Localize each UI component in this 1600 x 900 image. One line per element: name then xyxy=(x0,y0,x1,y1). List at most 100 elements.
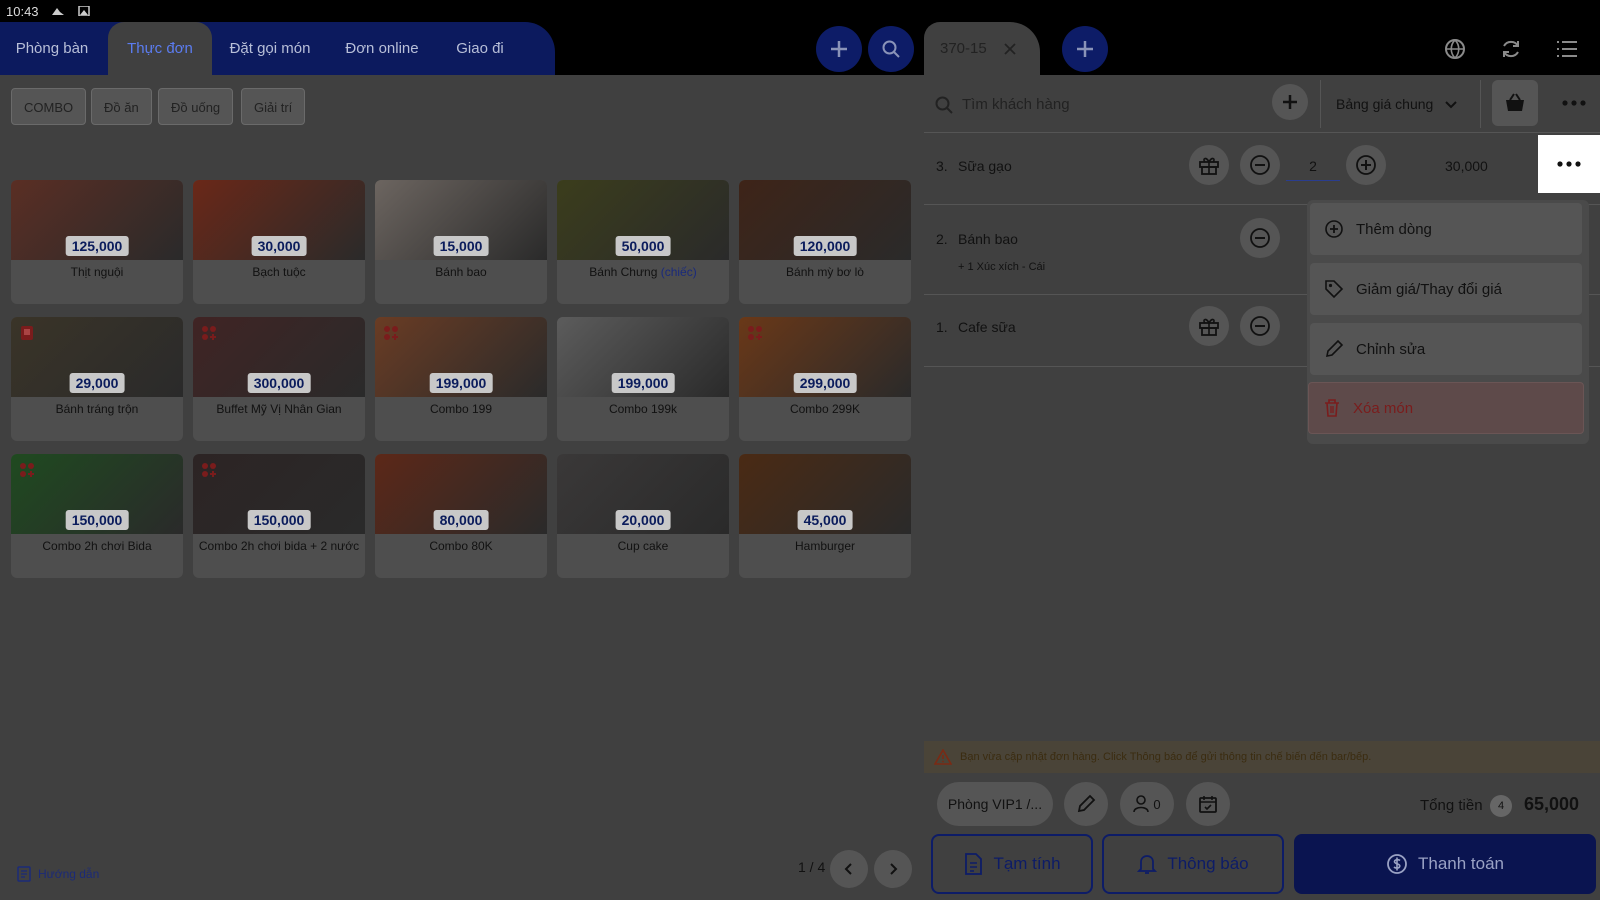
combo-icon xyxy=(384,326,398,340)
order-tab[interactable]: 370-15 xyxy=(924,22,1040,75)
product-card[interactable]: 120,000 Bánh mỳ bơ lò xyxy=(739,180,911,304)
basket-icon xyxy=(1506,93,1524,111)
product-price: 80,000 xyxy=(433,510,489,530)
filter-entertainment[interactable]: Giải trí xyxy=(241,88,306,125)
total-count-badge: 4 xyxy=(1490,795,1512,817)
globe-icon[interactable] xyxy=(1444,38,1466,60)
search-icon xyxy=(882,40,900,58)
menu-edit-label: Chỉnh sửa xyxy=(1356,340,1426,358)
basket-button[interactable] xyxy=(1492,80,1538,126)
list-icon[interactable] xyxy=(1556,39,1578,59)
product-card[interactable]: 15,000 Bánh bao xyxy=(375,180,547,304)
close-icon[interactable] xyxy=(1004,43,1016,55)
filter-food[interactable]: Đồ ăn xyxy=(91,88,152,125)
temp-bill-button[interactable]: Tạm tính xyxy=(931,834,1093,894)
product-price: 299,000 xyxy=(793,373,857,393)
tab-delivery[interactable]: Giao đi xyxy=(440,22,520,75)
product-price: 29,000 xyxy=(69,373,125,393)
tab-online-orders[interactable]: Đơn online xyxy=(330,22,434,75)
product-card[interactable]: 45,000 Hamburger xyxy=(739,454,911,578)
decrease-quantity-button[interactable] xyxy=(1240,306,1280,346)
gift-button[interactable] xyxy=(1189,145,1229,185)
notify-button[interactable]: Thông báo xyxy=(1102,834,1284,894)
product-price: 45,000 xyxy=(797,510,853,530)
tab-order-dishes[interactable]: Đặt gọi món xyxy=(214,22,326,75)
combo-icon xyxy=(202,463,216,477)
product-price: 199,000 xyxy=(611,373,675,393)
product-card[interactable]: 125,000 Thịt nguội xyxy=(11,180,183,304)
product-card[interactable]: 50,000 Bánh Chưng (chiếc) xyxy=(557,180,729,304)
product-name: Bánh tráng trộn xyxy=(55,402,139,416)
refresh-icon[interactable] xyxy=(1500,38,1522,60)
product-card[interactable]: 300,000 Buffet Mỹ Vị Nhân Gian xyxy=(193,317,365,441)
chevron-left-icon xyxy=(844,863,852,875)
product-card[interactable]: 150,000 Combo 2h chơi Bida xyxy=(11,454,183,578)
combo-icon xyxy=(748,326,762,340)
product-price: 150,000 xyxy=(65,510,129,530)
product-card[interactable]: 199,000 Combo 199 xyxy=(375,317,547,441)
guide-link[interactable]: Hướng dẫn xyxy=(16,866,99,882)
menu-delete[interactable]: Xóa món xyxy=(1308,382,1584,434)
warning-text: Bạn vừa cập nhật đơn hàng. Click Thông b… xyxy=(960,751,1372,763)
edit-note-button[interactable] xyxy=(1064,782,1108,826)
clock: 10:43 xyxy=(6,3,39,19)
menu-edit[interactable]: Chỉnh sửa xyxy=(1310,323,1582,375)
product-card[interactable]: 299,000 Combo 299K xyxy=(739,317,911,441)
line-index: 3. xyxy=(936,158,948,174)
new-order-button[interactable] xyxy=(1062,26,1108,72)
product-card[interactable]: 199,000 Combo 199k xyxy=(557,317,729,441)
product-card[interactable]: 20,000 Cup cake xyxy=(557,454,729,578)
pay-button[interactable]: Thanh toán xyxy=(1294,834,1596,894)
product-card[interactable]: 29,000 Bánh tráng trộn xyxy=(11,317,183,441)
calendar-icon xyxy=(1199,796,1217,813)
customer-search-input[interactable]: Tìm khách hàng xyxy=(962,96,1070,113)
plus-icon xyxy=(831,41,847,57)
product-card[interactable]: 150,000 Combo 2h chơi bida + 2 nước xyxy=(193,454,365,578)
pencil-icon xyxy=(1325,339,1344,358)
add-customer-button[interactable] xyxy=(1272,84,1308,120)
line-more-button[interactable] xyxy=(1538,135,1600,193)
tab-tables[interactable]: Phòng bàn xyxy=(0,22,104,75)
price-list-select[interactable]: Bảng giá chung xyxy=(1336,96,1457,112)
product-name: Buffet Mỹ Vị Nhân Gian xyxy=(216,402,342,416)
gift-button[interactable] xyxy=(1189,306,1229,346)
prev-page-button[interactable] xyxy=(830,850,868,888)
gift-icon xyxy=(1199,157,1219,175)
tab-menu[interactable]: Thực đơn xyxy=(108,22,212,75)
total-value: 65,000 xyxy=(1524,794,1580,814)
product-name: Cup cake xyxy=(617,539,669,553)
decrease-quantity-button[interactable] xyxy=(1240,145,1280,185)
more-icon[interactable] xyxy=(1562,100,1586,106)
filter-drinks[interactable]: Đồ uống xyxy=(158,88,234,125)
product-price: 50,000 xyxy=(615,236,671,256)
line-name: Sữa gạo xyxy=(958,158,1012,174)
add-button[interactable] xyxy=(816,26,862,72)
pencil-icon xyxy=(1077,794,1096,813)
quantity-input[interactable]: 2 xyxy=(1286,158,1340,181)
product-price: 150,000 xyxy=(247,510,311,530)
schedule-button[interactable] xyxy=(1186,782,1230,826)
room-selector[interactable]: Phòng VIP1 /... xyxy=(937,782,1053,826)
next-page-button[interactable] xyxy=(874,850,912,888)
more-icon xyxy=(1557,161,1581,167)
plus-circle-icon xyxy=(1325,220,1343,238)
increase-quantity-button[interactable] xyxy=(1346,145,1386,185)
product-card[interactable]: 80,000 Combo 80K xyxy=(375,454,547,578)
decrease-quantity-button[interactable] xyxy=(1240,218,1280,258)
product-name: Combo 2h chơi Bida xyxy=(42,539,152,553)
filter-combo[interactable]: COMBO xyxy=(11,88,87,125)
divider xyxy=(1480,80,1481,128)
guest-count-button[interactable]: 0 xyxy=(1120,782,1174,826)
product-price: 300,000 xyxy=(247,373,311,393)
chevron-down-icon xyxy=(1445,101,1457,109)
menu-discount[interactable]: Giảm giá/Thay đổi giá xyxy=(1310,263,1582,315)
tag-icon xyxy=(1325,280,1344,299)
product-name: Combo 80K xyxy=(429,539,493,553)
page-indicator: 1 / 4 xyxy=(798,859,826,875)
order-tab-label: 370-15 xyxy=(940,40,987,57)
combo-icon xyxy=(202,326,216,340)
search-button[interactable] xyxy=(868,26,914,72)
product-card[interactable]: 30,000 Bạch tuộc xyxy=(193,180,365,304)
menu-add-line[interactable]: Thêm dòng xyxy=(1310,203,1582,255)
plus-circle-icon xyxy=(1356,155,1376,175)
